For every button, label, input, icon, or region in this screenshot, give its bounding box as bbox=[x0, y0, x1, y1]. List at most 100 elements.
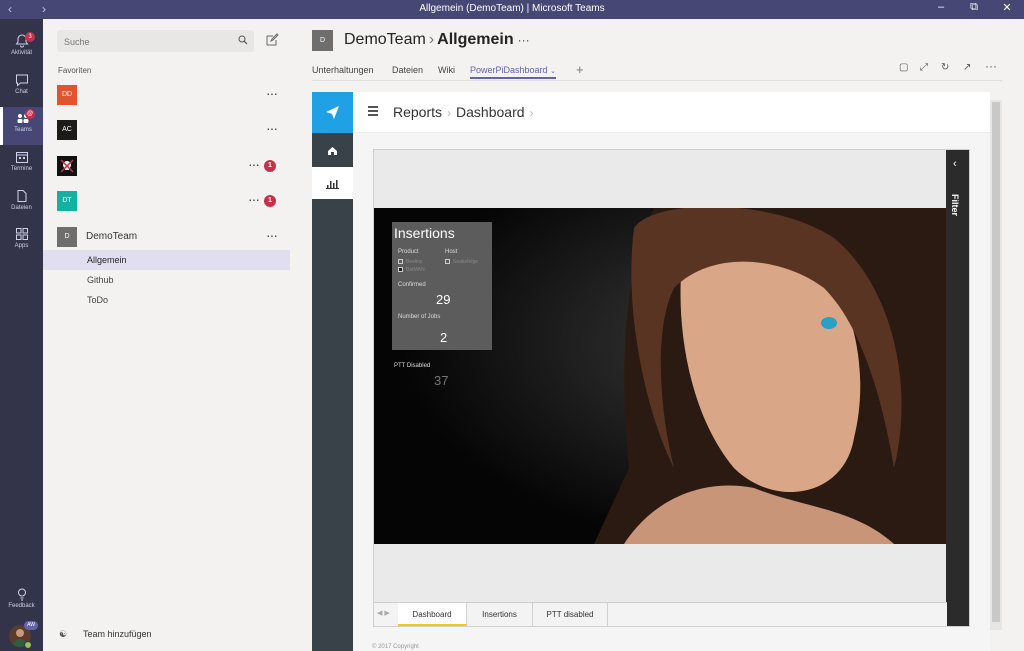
search-input[interactable]: Suche bbox=[57, 30, 254, 52]
tab-powerpidashboard[interactable]: PowerPiDashboard ⌄ bbox=[470, 65, 556, 79]
breadcrumb-reports[interactable]: Reports bbox=[393, 104, 442, 120]
team-avatar: AC bbox=[57, 120, 77, 140]
app-header: Reports › Dashboard › bbox=[353, 92, 990, 133]
more-options-icon[interactable]: ··· bbox=[266, 227, 278, 243]
team-name: DemoTeam bbox=[86, 231, 138, 242]
scrollbar[interactable] bbox=[990, 100, 1002, 630]
more-options-icon[interactable]: ··· bbox=[266, 120, 278, 136]
team-item[interactable]: AC ··· bbox=[43, 114, 290, 146]
host-label: Host bbox=[445, 249, 458, 255]
hamburger-icon[interactable] bbox=[368, 106, 378, 118]
channel-todo[interactable]: ToDo bbox=[43, 290, 290, 310]
teams-badge: @ bbox=[25, 109, 35, 119]
open-external-icon[interactable]: ↗ bbox=[963, 62, 971, 73]
compose-icon[interactable] bbox=[265, 33, 279, 47]
rail-item-feedback[interactable]: Feedback bbox=[0, 583, 43, 621]
product-option: Beeline bbox=[406, 259, 423, 265]
rail-item-teams[interactable]: @ Teams bbox=[0, 107, 43, 145]
more-options-icon[interactable]: ··· bbox=[266, 85, 278, 101]
page-tab-ptt-disabled[interactable]: PTT disabled bbox=[533, 603, 608, 626]
confirmed-label: Confirmed bbox=[398, 282, 426, 288]
file-icon bbox=[17, 190, 26, 202]
ptt-value: 37 bbox=[434, 373, 449, 388]
user-badge: AW bbox=[24, 621, 38, 630]
favorites-heading: Favoriten bbox=[58, 66, 92, 75]
chevron-left-icon[interactable]: ‹ bbox=[953, 158, 957, 170]
add-team-icon: ☯ bbox=[59, 629, 68, 639]
app-sidebar bbox=[312, 92, 353, 651]
rail-label: Feedback bbox=[8, 603, 35, 609]
apps-icon bbox=[15, 228, 28, 240]
rail-item-activity[interactable]: 3 Aktivität bbox=[0, 30, 43, 68]
minimize-icon[interactable]: – bbox=[926, 1, 956, 13]
rail-label: Dateien bbox=[11, 205, 32, 211]
unread-badge: 1 bbox=[264, 160, 276, 172]
page-title: DemoTeam › Allgemein ··· bbox=[344, 31, 530, 49]
powerbi-embed: Insertions Product Host Beeline BatMAN S… bbox=[373, 149, 970, 627]
rail-item-apps[interactable]: Apps bbox=[0, 223, 43, 261]
page-tab-insertions[interactable]: Insertions bbox=[467, 603, 533, 626]
paper-plane-icon bbox=[326, 106, 339, 119]
team-item[interactable]: DT ··· 1 bbox=[43, 185, 290, 217]
team-avatar: DD bbox=[57, 85, 77, 105]
tab-dateien[interactable]: Dateien bbox=[392, 65, 423, 75]
rail-item-calendar[interactable]: Termine bbox=[0, 146, 43, 184]
bar-chart-icon bbox=[326, 180, 339, 189]
tab-label: PowerPiDashboard bbox=[470, 65, 548, 75]
jobs-label: Number of Jobs bbox=[398, 314, 441, 320]
team-item-demoteam[interactable]: D DemoTeam ··· bbox=[43, 221, 290, 253]
card-title: Insertions bbox=[394, 225, 455, 241]
window-title: Allgemein (DemoTeam) | Microsoft Teams bbox=[419, 3, 605, 14]
nav-home[interactable] bbox=[312, 135, 353, 167]
product-checkbox[interactable] bbox=[398, 259, 403, 264]
app-rail: 3 Aktivität Chat @ Teams Termine Dateien… bbox=[0, 19, 43, 651]
teams-panel: Suche Favoriten DD ··· AC ··· ··· 1 DT ·… bbox=[43, 19, 290, 651]
report-page-tabs: ◀ ▶ Dashboard Insertions PTT disabled bbox=[374, 602, 947, 626]
insertions-card[interactable]: Insertions Product Host Beeline BatMAN S… bbox=[392, 222, 492, 350]
more-options-icon[interactable]: ··· bbox=[248, 156, 260, 172]
home-icon bbox=[328, 147, 337, 155]
header-team[interactable]: DemoTeam bbox=[344, 31, 426, 48]
maximize-icon[interactable]: ⧉ bbox=[959, 1, 989, 14]
add-team-button[interactable]: ☯ Team hinzufügen bbox=[59, 629, 152, 640]
rail-item-files[interactable]: Dateien bbox=[0, 185, 43, 223]
rail-label: Termine bbox=[10, 166, 33, 172]
breadcrumb: Reports › Dashboard › bbox=[393, 104, 539, 120]
tab-wiki[interactable]: Wiki bbox=[438, 65, 455, 75]
report-canvas[interactable]: Insertions Product Host Beeline BatMAN S… bbox=[374, 208, 947, 544]
rail-label: Aktivität bbox=[10, 50, 32, 56]
chat-icon bbox=[15, 74, 28, 87]
page-tab-dashboard[interactable]: Dashboard bbox=[398, 603, 467, 626]
team-item[interactable]: DD ··· bbox=[43, 79, 290, 111]
title-bar: ‹ › Allgemein (DemoTeam) | Microsoft Tea… bbox=[0, 0, 1024, 19]
team-avatar: D bbox=[312, 30, 333, 51]
brand-logo[interactable] bbox=[312, 92, 353, 133]
channel-github[interactable]: Github bbox=[43, 270, 290, 290]
tab-unterhaltungen[interactable]: Unterhaltungen bbox=[312, 65, 374, 75]
scrollbar-thumb[interactable] bbox=[992, 102, 1000, 622]
add-tab-icon[interactable]: + bbox=[576, 62, 584, 77]
filter-pane[interactable]: ‹ Filter bbox=[946, 150, 969, 626]
more-options-icon[interactable]: ··· bbox=[518, 33, 530, 47]
product-label: Product bbox=[398, 249, 419, 255]
filter-label: Filter bbox=[950, 194, 960, 217]
close-icon[interactable]: ✕ bbox=[992, 1, 1022, 14]
host-checkbox[interactable] bbox=[445, 259, 450, 264]
dashboard-app: Reports › Dashboard › Insertions Product… bbox=[312, 92, 990, 651]
chevron-right-icon: › bbox=[428, 31, 435, 48]
search-placeholder: Suche bbox=[64, 37, 90, 47]
page-nav-arrows-icon[interactable]: ◀ ▶ bbox=[377, 609, 390, 617]
more-options-icon[interactable]: ··· bbox=[248, 191, 260, 207]
team-item[interactable]: ··· 1 bbox=[43, 150, 290, 182]
product-checkbox[interactable] bbox=[398, 267, 403, 272]
refresh-icon[interactable]: ↻ bbox=[941, 62, 949, 73]
nav-reports[interactable] bbox=[312, 167, 353, 199]
expand-icon[interactable]: ⤢ bbox=[920, 62, 928, 73]
channel-allgemein[interactable]: Allgemein bbox=[43, 250, 290, 270]
unread-badge: 1 bbox=[264, 195, 276, 207]
breadcrumb-dashboard[interactable]: Dashboard bbox=[456, 104, 525, 120]
more-options-icon[interactable]: ··· bbox=[985, 59, 997, 73]
conversation-icon[interactable]: ▢ bbox=[899, 62, 908, 73]
rail-item-chat[interactable]: Chat bbox=[0, 69, 43, 107]
skull-icon bbox=[57, 156, 77, 176]
